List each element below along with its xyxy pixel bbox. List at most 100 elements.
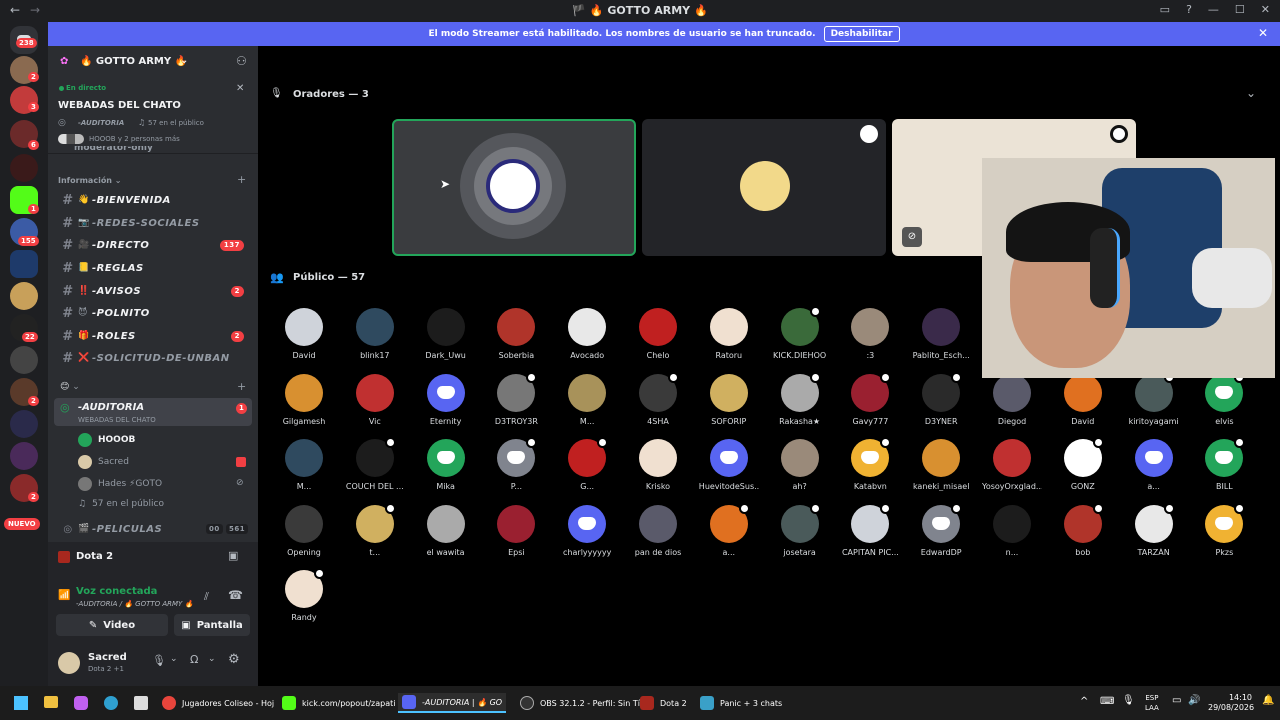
- audience-member[interactable]: Eternity: [416, 373, 476, 426]
- audience-member[interactable]: P...: [486, 437, 546, 491]
- audience-member[interactable]: bob: [1053, 502, 1113, 557]
- audience-member[interactable]: kaneki_misael: [911, 439, 971, 491]
- add-channel-icon[interactable]: +: [237, 380, 246, 393]
- audience-member[interactable]: Katabvn: [840, 437, 900, 491]
- speaker-tile-2[interactable]: [642, 119, 886, 256]
- server-icon-12[interactable]: [10, 410, 38, 438]
- live-stage-card[interactable]: En directo ✕ WEBADAS DEL CHATO ◎ -AUDITO…: [48, 80, 258, 190]
- copilot-icon[interactable]: [74, 696, 88, 710]
- audience-member[interactable]: TARZÁN: [1124, 502, 1184, 557]
- server-header[interactable]: ✿ 🔥 GOTTO ARMY 🔥 ⌄ ⚇: [48, 46, 258, 80]
- disable-streamer-button[interactable]: Deshabilitar: [823, 26, 900, 42]
- inbox-icon[interactable]: ▭: [1160, 3, 1170, 16]
- screen-share-button[interactable]: ▣ Pantalla: [174, 614, 250, 636]
- store-icon[interactable]: [134, 696, 148, 710]
- microphone-icon[interactable]: 🎙: [152, 654, 166, 667]
- channel-auditoria[interactable]: ◎ -AUDITORIA WEBADAS DEL CHATO 1: [54, 398, 252, 426]
- stage-listeners[interactable]: ♫ 57 en el público: [78, 499, 164, 509]
- audience-member[interactable]: Gavy777: [840, 371, 900, 426]
- stage-user-hades[interactable]: Hades ⚡GOTO: [78, 477, 162, 491]
- audience-member[interactable]: Vic: [345, 373, 405, 426]
- stage-user-hooob[interactable]: HOOOB: [78, 433, 135, 447]
- add-channel-icon[interactable]: +: [237, 173, 246, 186]
- channel-bienvenida[interactable]: # 👋 -BIENVENIDA: [54, 190, 252, 210]
- audience-member[interactable]: pan de dios: [628, 504, 688, 557]
- edge-icon[interactable]: [104, 696, 118, 710]
- close-banner-icon[interactable]: ✕: [1258, 26, 1268, 40]
- channel-redes-sociales[interactable]: # 📷 -REDES-SOCIALES: [54, 213, 252, 233]
- audience-member[interactable]: n...: [982, 504, 1042, 557]
- audience-member[interactable]: elvis: [1194, 371, 1254, 426]
- headphones-icon[interactable]: Ω: [190, 653, 198, 666]
- taskbar-discord[interactable]: -AUDITORIA | 🔥 GO: [398, 693, 507, 713]
- audience-member[interactable]: :3: [840, 308, 900, 360]
- taskbar-obs[interactable]: OBS 32.1.2 - Perfil: Sin Tí: [520, 693, 640, 713]
- audience-member[interactable]: Diegod: [982, 373, 1042, 426]
- taskbar-dota[interactable]: Dota 2: [640, 693, 687, 713]
- audience-member[interactable]: Krisko: [628, 439, 688, 491]
- audience-member[interactable]: Epsi: [486, 504, 546, 557]
- chevron-down-icon[interactable]: ⌄: [170, 654, 178, 664]
- audience-member[interactable]: a...: [699, 502, 759, 557]
- esports-server-icon[interactable]: [10, 250, 38, 278]
- audience-member[interactable]: a...: [1124, 439, 1184, 491]
- emoji-category-icon[interactable]: 😊 ⌄: [60, 382, 80, 392]
- audience-member[interactable]: 4SHA: [628, 371, 688, 426]
- audience-member[interactable]: COUCH DEL ...: [345, 437, 405, 491]
- collapse-chevron-icon[interactable]: ⌄: [1246, 86, 1256, 100]
- disconnect-icon[interactable]: ☎: [228, 588, 243, 602]
- help-icon[interactable]: ?: [1186, 3, 1192, 16]
- file-explorer-icon[interactable]: [44, 696, 58, 708]
- audience-member[interactable]: YosoyOrxglad...: [982, 439, 1042, 491]
- volume-icon[interactable]: 🔊: [1188, 695, 1200, 706]
- audience-member[interactable]: blink17: [345, 308, 405, 360]
- server-icon-8[interactable]: [10, 282, 38, 310]
- audience-member[interactable]: CAPITAN PIC...: [840, 502, 900, 557]
- audience-member[interactable]: D3TROY3R: [486, 371, 546, 426]
- taskbar-chrome[interactable]: Jugadores Coliseo - Hoj: [162, 693, 274, 713]
- audience-member[interactable]: Rakasha★: [770, 371, 830, 426]
- audience-member[interactable]: D3YNER: [911, 371, 971, 426]
- audience-member[interactable]: el wawita: [416, 504, 476, 557]
- audience-member[interactable]: t...: [345, 502, 405, 557]
- minimize-icon[interactable]: —: [1208, 3, 1219, 16]
- channel-directo[interactable]: # 🎥 -DIRECTO 137: [54, 235, 252, 255]
- stage-user-sacred[interactable]: Sacred: [78, 455, 129, 469]
- audience-member[interactable]: EdwardDP: [911, 502, 971, 557]
- network-icon[interactable]: ▭: [1172, 695, 1181, 706]
- audience-member[interactable]: Soberbia: [486, 308, 546, 360]
- audience-member[interactable]: BILL: [1194, 437, 1254, 491]
- audience-member[interactable]: Randy: [274, 568, 334, 622]
- audience-member[interactable]: Chelo: [628, 308, 688, 360]
- windows-start-icon[interactable]: [14, 696, 28, 710]
- gear-icon[interactable]: ⚙: [228, 652, 240, 667]
- channel-polnito[interactable]: # 😈 -POLNITO: [54, 303, 252, 323]
- tray-app-icon[interactable]: ⌨: [1100, 696, 1114, 707]
- tray-mic-icon[interactable]: 🎙: [1122, 695, 1135, 706]
- audience-member[interactable]: David: [274, 308, 334, 360]
- audience-member[interactable]: ah?: [770, 439, 830, 491]
- language-indicator[interactable]: ESP LAA: [1145, 693, 1159, 713]
- video-button[interactable]: ✎ Video: [56, 614, 168, 636]
- notification-icon[interactable]: 🔔: [1262, 695, 1274, 706]
- channel-avisos[interactable]: # ‼️ -AVISOS 2: [54, 281, 252, 301]
- category-informacion[interactable]: Información ⌄: [58, 176, 122, 185]
- audience-member[interactable]: Dark_Uwu: [416, 308, 476, 360]
- voice-status[interactable]: Voz conectada: [76, 586, 157, 597]
- tray-chevron-icon[interactable]: ^: [1080, 696, 1088, 707]
- add-member-icon[interactable]: ⚇: [236, 54, 247, 68]
- audience-member[interactable]: G...: [557, 437, 617, 491]
- user-name[interactable]: Sacred: [88, 652, 127, 663]
- speaker-tile-1[interactable]: ➤: [392, 119, 636, 256]
- audience-member[interactable]: KICK.DIEHOO: [770, 306, 830, 360]
- audience-member[interactable]: SOFORIP: [699, 373, 759, 426]
- audience-member[interactable]: josetara: [770, 502, 830, 557]
- maximize-icon[interactable]: ☐: [1235, 3, 1245, 16]
- chevron-down-icon[interactable]: ⌄: [208, 654, 216, 664]
- server-icon-13[interactable]: [10, 442, 38, 470]
- audience-member[interactable]: Opening: [274, 504, 334, 557]
- channel-solicitud-de-unban[interactable]: # ❌ -SOLICITUD-DE-UNBAN: [54, 348, 252, 368]
- taskbar-kick[interactable]: kick.com/popout/zapati: [282, 693, 396, 713]
- audience-member[interactable]: M...: [274, 439, 334, 491]
- channel-reglas[interactable]: # 📒 -REGLAS: [54, 258, 252, 278]
